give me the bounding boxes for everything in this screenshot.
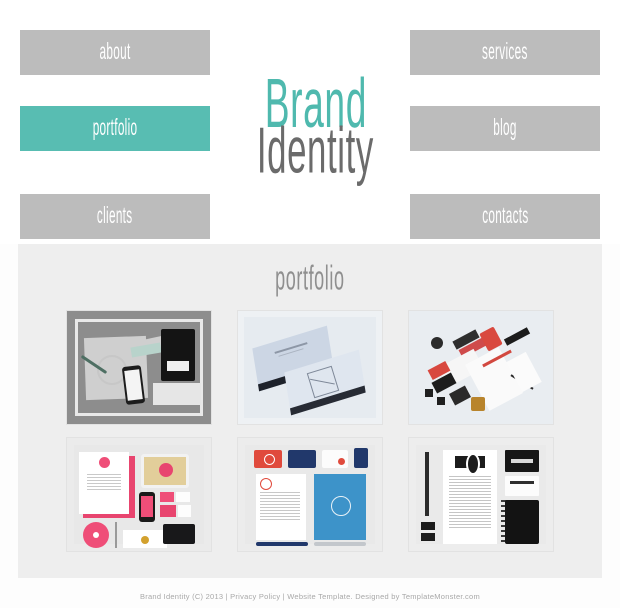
- pen-object: [503, 327, 531, 346]
- text-lines: [260, 492, 300, 522]
- cd-disc-icon: [83, 522, 109, 548]
- pencil-icon: [425, 452, 429, 516]
- wax-seal-icon: [141, 536, 149, 544]
- notebook: [161, 329, 195, 381]
- envelope: [153, 383, 201, 405]
- nav-item-portfolio[interactable]: portfolio: [20, 106, 210, 151]
- wooden-stamp-icon: [471, 397, 485, 411]
- nav-item-label: contacts: [481, 203, 529, 230]
- smartphone-icon: [139, 492, 155, 522]
- portfolio-item-light-blue-business-card-box[interactable]: [237, 310, 383, 425]
- black-notebook: [505, 500, 539, 544]
- portfolio-section: portfolio: [18, 244, 602, 578]
- business-card: [178, 505, 191, 517]
- nav-item-clients[interactable]: clients: [20, 194, 210, 239]
- blue-business-card: [288, 450, 316, 468]
- dark-case: [449, 385, 471, 406]
- portfolio-item-pink-white-identity-set[interactable]: [66, 437, 212, 552]
- nav-item-about[interactable]: about: [20, 30, 210, 75]
- white-business-card: [505, 476, 539, 496]
- white-business-card: [322, 450, 348, 468]
- nav-item-contacts[interactable]: contacts: [410, 194, 600, 239]
- portfolio-item-stationery-on-gray-desk[interactable]: [66, 310, 212, 425]
- portfolio-heading-text: portfolio: [275, 259, 345, 298]
- nav-item-label: services: [482, 39, 528, 66]
- pen-object: [115, 522, 117, 548]
- portfolio-item-red-black-isometric-stationery[interactable]: [408, 310, 554, 425]
- nav-item-label: portfolio: [92, 115, 138, 142]
- eraser-object: [421, 533, 435, 541]
- black-business-card: [505, 450, 539, 472]
- business-card: [160, 505, 176, 517]
- round-logo-icon: [331, 496, 351, 516]
- page-root: about portfolio clients services blog co…: [0, 0, 620, 608]
- nav-item-blog[interactable]: blog: [410, 106, 600, 151]
- portfolio-item-blue-red-identity-set[interactable]: [237, 437, 383, 552]
- portfolio-item-black-white-classic-identity-set[interactable]: [408, 437, 554, 552]
- logo-line-identity: Identity: [256, 114, 374, 188]
- small-black-block: [425, 389, 433, 397]
- pen-object: [314, 542, 366, 546]
- pen-object: [256, 542, 308, 546]
- site-logo[interactable]: Brand Identity: [228, 69, 392, 192]
- black-box: [163, 524, 195, 544]
- round-logo-icon: [260, 478, 272, 490]
- business-card: [160, 492, 174, 502]
- round-logo-icon: [159, 463, 173, 477]
- portfolio-grid: [66, 310, 554, 552]
- site-footer: Brand Identity (C) 2013 | Privacy Policy…: [0, 586, 620, 604]
- nav-item-label: about: [99, 39, 131, 66]
- portfolio-heading: portfolio: [18, 259, 602, 298]
- site-header: about portfolio clients services blog co…: [0, 0, 620, 244]
- nav-item-services[interactable]: services: [410, 30, 600, 75]
- eraser-object: [421, 522, 435, 530]
- crest-logo-icon: [455, 453, 485, 475]
- clip-object: [354, 448, 368, 468]
- business-card: [176, 492, 190, 502]
- round-logo-icon: [99, 457, 110, 468]
- stamp-object: [431, 337, 443, 349]
- nav-item-label: clients: [97, 203, 133, 230]
- nav-item-label: blog: [493, 115, 517, 142]
- footer-copyright-text: Brand Identity (C) 2013 | Privacy Policy…: [140, 592, 480, 601]
- text-lines: [87, 474, 121, 490]
- text-lines: [449, 476, 491, 528]
- small-black-block: [437, 397, 445, 405]
- red-business-card: [254, 450, 282, 468]
